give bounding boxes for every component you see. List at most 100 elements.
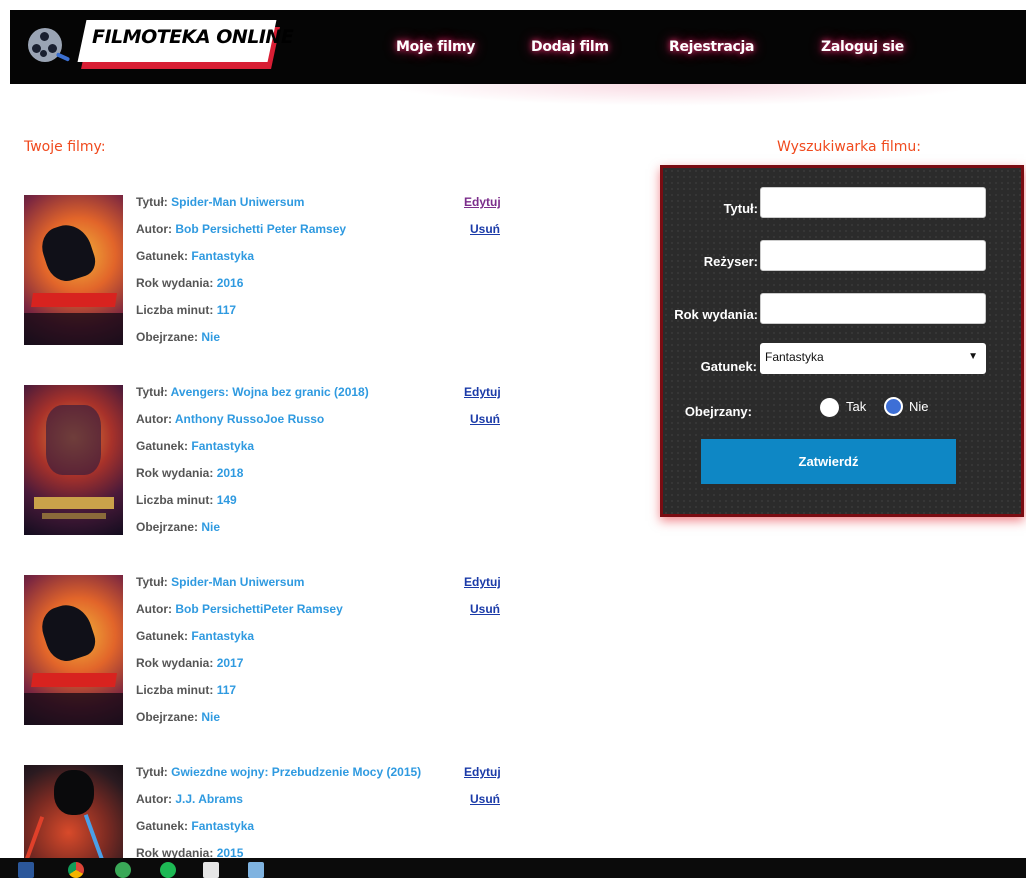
nav-zaloguj[interactable]: Zaloguj sie — [821, 39, 904, 55]
edit-link[interactable]: Edytuj — [464, 765, 501, 779]
edit-link[interactable]: Edytuj — [464, 575, 501, 589]
watched-yes-radio[interactable] — [820, 398, 839, 417]
director-label: Reżyser: — [703, 254, 758, 269]
movie-year: 2017 — [216, 656, 244, 670]
chevron-down-icon: ▼ — [968, 351, 978, 362]
title-label: Tytuł: — [723, 201, 758, 216]
submit-button[interactable]: Zatwierdź — [701, 439, 956, 484]
label: Autor: — [136, 792, 172, 806]
label: Tytuł: — [136, 765, 168, 779]
movie-title-row: Tytuł: Spider-Man Uniwersum — [136, 575, 343, 602]
delete-link[interactable]: Usuń — [470, 222, 500, 236]
label: Gatunek: — [136, 439, 189, 453]
label: Tytuł: — [136, 385, 168, 399]
movie-title: Spider-Man Uniwersum — [171, 575, 305, 589]
movie-author-row: Autor: Bob PersichettiPeter Ramsey — [136, 602, 343, 629]
movie-genre: Fantastyka — [191, 629, 255, 643]
director-input[interactable] — [760, 240, 986, 271]
label: Autor: — [136, 602, 172, 616]
movie-minutes: 117 — [216, 303, 237, 317]
movie-info: Tytuł: Spider-Man Uniwersum Autor: Bob P… — [136, 575, 343, 737]
movie-poster[interactable] — [24, 195, 123, 345]
label: Autor: — [136, 412, 172, 426]
movie-info: Tytuł: Spider-Man Uniwersum Autor: Bob P… — [136, 195, 346, 357]
movie-author: J.J. Abrams — [175, 792, 243, 806]
watched-no-label[interactable]: Nie — [909, 399, 929, 414]
movie-minutes: 149 — [216, 493, 237, 507]
movie-author: Anthony RussoJoe Russo — [174, 412, 325, 426]
label: Autor: — [136, 222, 172, 236]
edit-link[interactable]: Edytuj — [464, 385, 501, 399]
watched-no-radio[interactable] — [884, 397, 903, 416]
movie-year-row: Rok wydania: 2015 — [136, 846, 421, 858]
label: Gatunek: — [136, 819, 189, 833]
site-logo[interactable]: FILMOTEKA ONLINE — [92, 26, 294, 48]
movie-info: Tytuł: Gwiezdne wojny: Przebudzenie Mocy… — [136, 765, 421, 858]
nav-rejestracja[interactable]: Rejestracja — [669, 39, 755, 55]
movie-item: Tytuł: Spider-Man Uniwersum Autor: Bob P… — [24, 195, 514, 347]
taskbar — [0, 858, 1026, 878]
movie-genre-row: Gatunek: Fantastyka — [136, 249, 346, 276]
cube-icon[interactable] — [248, 862, 264, 878]
movie-watched-row: Obejrzane: Nie — [136, 710, 343, 737]
label: Gatunek: — [136, 629, 189, 643]
film-reel-icon[interactable] — [28, 28, 71, 62]
movie-year-row: Rok wydania: 2016 — [136, 276, 346, 303]
movie-poster[interactable] — [24, 765, 123, 858]
watched-label: Obejrzany: — [684, 404, 752, 419]
movie-minutes-row: Liczba minut: 117 — [136, 683, 343, 710]
movie-watched: Nie — [201, 710, 221, 724]
movie-watched: Nie — [201, 330, 221, 344]
movie-author: Bob Persichetti Peter Ramsey — [175, 222, 347, 236]
label: Gatunek: — [136, 249, 189, 263]
word-icon[interactable] — [18, 862, 34, 878]
movie-author-row: Autor: J.J. Abrams — [136, 792, 421, 819]
movie-item: Tytuł: Spider-Man Uniwersum Autor: Bob P… — [24, 575, 514, 727]
year-input[interactable] — [760, 293, 986, 324]
nav-moje-filmy[interactable]: Moje filmy — [396, 39, 475, 55]
movie-author: Bob PersichettiPeter Ramsey — [175, 602, 343, 616]
movie-genre-row: Gatunek: Fantastyka — [136, 439, 369, 466]
site-header: FILMOTEKA ONLINE Moje filmy Dodaj film R… — [10, 10, 1026, 84]
movie-author-row: Autor: Anthony RussoJoe Russo — [136, 412, 369, 439]
movie-title: Spider-Man Uniwersum — [171, 195, 305, 209]
delete-link[interactable]: Usuń — [470, 792, 500, 806]
label: Tytuł: — [136, 575, 168, 589]
movie-genre: Fantastyka — [191, 439, 255, 453]
movie-poster[interactable] — [24, 385, 123, 535]
chrome-icon[interactable] — [68, 862, 84, 878]
movie-item: Tytuł: Avengers: Wojna bez granic (2018)… — [24, 385, 514, 537]
movie-title-row: Tytuł: Gwiezdne wojny: Przebudzenie Mocy… — [136, 765, 421, 792]
header-glow — [380, 84, 980, 106]
label: Liczba minut: — [136, 683, 214, 697]
label: Rok wydania: — [136, 656, 214, 670]
label: Obejrzane: — [136, 710, 199, 724]
movie-minutes-row: Liczba minut: 149 — [136, 493, 369, 520]
movie-item: Tytuł: Gwiezdne wojny: Przebudzenie Mocy… — [24, 765, 514, 858]
movie-genre-row: Gatunek: Fantastyka — [136, 629, 343, 656]
edit-link[interactable]: Edytuj — [464, 195, 501, 209]
movie-year: 2015 — [216, 846, 244, 858]
movie-year: 2016 — [216, 276, 244, 290]
delete-link[interactable]: Usuń — [470, 602, 500, 616]
spotify-icon[interactable] — [160, 862, 176, 878]
movie-watched-row: Obejrzane: Nie — [136, 330, 346, 357]
label: Rok wydania: — [136, 846, 214, 858]
notepad-icon[interactable] — [203, 862, 219, 878]
app-icon[interactable] — [115, 862, 131, 878]
genre-label: Gatunek: — [700, 359, 757, 374]
movie-genre: Fantastyka — [191, 249, 255, 263]
genre-select[interactable]: Fantastyka ▼ — [760, 343, 986, 374]
movie-watched: Nie — [201, 520, 221, 534]
movie-year-row: Rok wydania: 2018 — [136, 466, 369, 493]
movie-author-row: Autor: Bob Persichetti Peter Ramsey — [136, 222, 346, 249]
search-panel: Tytuł: Reżyser: Rok wydania: Gatunek: Fa… — [660, 165, 1024, 517]
title-input[interactable] — [760, 187, 986, 218]
movie-poster[interactable] — [24, 575, 123, 725]
delete-link[interactable]: Usuń — [470, 412, 500, 426]
label: Rok wydania: — [136, 466, 214, 480]
watched-yes-label[interactable]: Tak — [846, 399, 866, 414]
movie-info: Tytuł: Avengers: Wojna bez granic (2018)… — [136, 385, 369, 547]
nav-dodaj-film[interactable]: Dodaj film — [531, 39, 609, 55]
label: Obejrzane: — [136, 330, 199, 344]
